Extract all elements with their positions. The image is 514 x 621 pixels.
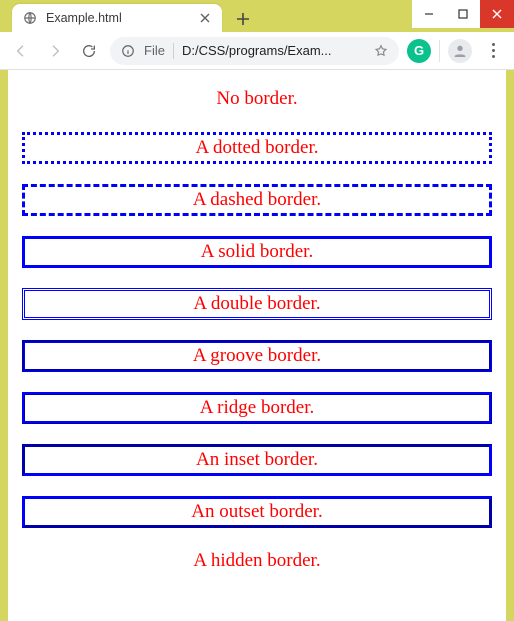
border-sample-outset: An outset border. xyxy=(22,496,492,528)
close-tab-icon[interactable] xyxy=(198,11,212,25)
toolbar-separator xyxy=(439,40,440,62)
new-tab-button[interactable] xyxy=(230,6,256,32)
border-sample-none: No border. xyxy=(22,86,492,112)
address-path: D:/CSS/programs/Exam... xyxy=(182,43,365,58)
border-sample-double: A double border. xyxy=(22,288,492,320)
info-icon[interactable] xyxy=(120,43,136,59)
tab-title: Example.html xyxy=(46,11,190,25)
border-sample-solid: A solid border. xyxy=(22,236,492,268)
bookmark-star-icon[interactable] xyxy=(373,43,389,59)
border-sample-inset: An inset border. xyxy=(22,444,492,476)
forward-button[interactable] xyxy=(42,38,68,64)
window-minimize-button[interactable] xyxy=(412,0,446,28)
browser-viewport: No border. A dotted border. A dashed bor… xyxy=(0,70,514,621)
border-sample-dotted: A dotted border. xyxy=(22,132,492,164)
browser-toolbar: File D:/CSS/programs/Exam... G xyxy=(0,32,514,70)
profile-avatar-icon[interactable] xyxy=(448,39,472,63)
globe-icon xyxy=(22,10,38,26)
window-titlebar: Example.html xyxy=(0,0,514,32)
border-sample-dashed: A dashed border. xyxy=(22,184,492,216)
window-maximize-button[interactable] xyxy=(446,0,480,28)
back-button[interactable] xyxy=(8,38,34,64)
window-close-button[interactable] xyxy=(480,0,514,28)
reload-button[interactable] xyxy=(76,38,102,64)
address-scheme-label: File xyxy=(144,43,165,58)
extension-badge[interactable]: G xyxy=(407,39,431,63)
address-bar[interactable]: File D:/CSS/programs/Exam... xyxy=(110,37,399,65)
browser-tab[interactable]: Example.html xyxy=(12,4,222,32)
rendered-page: No border. A dotted border. A dashed bor… xyxy=(8,70,506,621)
border-sample-groove: A groove border. xyxy=(22,340,492,372)
address-divider xyxy=(173,43,174,59)
window-controls xyxy=(412,0,514,28)
tab-strip: Example.html xyxy=(0,0,412,32)
border-sample-ridge: A ridge border. xyxy=(22,392,492,424)
menu-kebab-icon[interactable] xyxy=(480,38,506,64)
border-sample-hidden: A hidden border. xyxy=(22,548,492,574)
